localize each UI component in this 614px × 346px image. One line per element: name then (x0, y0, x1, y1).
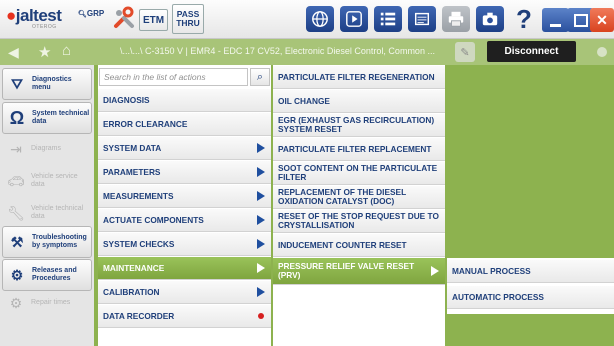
diagnostics-icon: ⛛ (11, 76, 23, 92)
list-icon (380, 12, 396, 26)
search-icon: ⌕ (256, 70, 264, 83)
chevron-right-icon (431, 266, 439, 276)
chevron-right-icon (257, 287, 265, 297)
menu-item-doc-replacement[interactable]: REPLACEMENT OF THE DIESEL OXIDATION CATA… (273, 186, 445, 209)
tools-icon (114, 6, 134, 28)
menu-item-measurements[interactable]: MEASUREMENTS (98, 185, 271, 208)
disconnect-button[interactable]: Disconnect (487, 41, 576, 62)
sidebar-item-releases-and-procedures[interactable]: ⚙ Releases and Procedures (2, 259, 92, 291)
menu-item-particulate-filter-regeneration[interactable]: PARTICULATE FILTER REGENERATION (273, 66, 445, 89)
maximize-icon (573, 13, 588, 27)
menu-item-inducement-counter-reset[interactable]: INDUCEMENT COUNTER RESET (273, 234, 445, 257)
close-icon: ✕ (596, 11, 608, 28)
menu-item-system-checks[interactable]: SYSTEM CHECKS (98, 233, 271, 256)
document-icon (414, 12, 430, 26)
tools-icon[interactable]: ✎ (455, 42, 475, 62)
menu-item-pressure-relief-valve-reset[interactable]: PRESSURE RELIEF VALVE RESET (PRV) (273, 258, 445, 285)
print-icon (448, 11, 464, 27)
gears-icon: ⚙ (9, 295, 23, 311)
etm-button[interactable]: ETM (139, 9, 169, 31)
play-icon (346, 11, 362, 27)
sidebar-item-repair-times[interactable]: ⚙ Repair times (2, 288, 90, 318)
jaltest-logo: ●jaltest OTEROG (6, 6, 62, 30)
chevron-right-icon (257, 263, 265, 273)
sidebar-item-diagnostics-menu[interactable]: ⛛ Diagnostics menu (2, 68, 92, 100)
close-button[interactable]: ✕ (590, 8, 614, 32)
chevron-right-icon (257, 215, 265, 225)
menu-item-diagnosis[interactable]: DIAGNOSIS (98, 89, 271, 112)
menu-item-oil-change[interactable]: OIL CHANGE (273, 90, 445, 113)
sidebar-item-vehicle-technical-data[interactable]: 🔧︎ Vehicle technical data (2, 198, 90, 228)
grp-button[interactable]: 🔍︎ GRP (78, 9, 104, 18)
record-dot-icon (258, 313, 264, 319)
camera-button[interactable] (476, 6, 504, 32)
home-icon[interactable]: ⌂ (62, 42, 71, 59)
search-icon: 🔍︎ (78, 10, 87, 18)
help-button[interactable]: ? (510, 3, 538, 34)
camera-icon (482, 12, 498, 26)
sidebar-item-troubleshooting-by-symptoms[interactable]: ⚒ Troubleshooting by symptoms (2, 226, 92, 258)
minimize-button[interactable] (542, 8, 569, 32)
pass-thru-button[interactable]: PASS THRU (172, 4, 204, 34)
favorite-icon[interactable]: ★ (38, 43, 51, 61)
help-icon: ? (516, 3, 532, 34)
menu-item-manual-process[interactable]: MANUAL PROCESS (447, 260, 614, 283)
menu-item-maintenance[interactable]: MAINTENANCE (98, 257, 271, 280)
procedure-icon: ⚙ (10, 267, 24, 283)
menu-item-system-data[interactable]: SYSTEM DATA (98, 137, 271, 160)
status-indicator-icon (597, 47, 607, 57)
menu-item-calibration[interactable]: CALIBRATION (98, 281, 271, 304)
diagram-icon: ⇥ (10, 141, 22, 157)
sidebar-item-vehicle-service-data[interactable]: 🚗︎ Vehicle service data (2, 166, 90, 196)
menu-item-data-recorder[interactable]: DATA RECORDER (98, 305, 271, 328)
tools-icon: ⚒ (10, 234, 24, 250)
menu-item-error-clearance[interactable]: ERROR CLEARANCE (98, 113, 271, 136)
play-button[interactable] (340, 6, 368, 32)
menu-item-reset-stop-request[interactable]: RESET OF THE STOP REQUEST DUE TO CRYSTAL… (273, 210, 445, 233)
globe-button[interactable] (306, 6, 334, 32)
search-button[interactable]: ⌕ (250, 68, 270, 86)
chevron-right-icon (257, 167, 265, 177)
chevron-right-icon (257, 191, 265, 201)
wrench-icon: 🔧︎ (7, 205, 25, 221)
menu-item-parameters[interactable]: PARAMETERS (98, 161, 271, 184)
document-button[interactable] (408, 6, 436, 32)
globe-icon (312, 11, 328, 27)
car-icon: 🚗︎ (7, 173, 25, 189)
search-input[interactable]: Search in the list of actions (99, 68, 248, 86)
print-button[interactable] (442, 6, 470, 32)
back-icon[interactable]: ◀ (8, 44, 19, 61)
menu-item-actuate-components[interactable]: ACTUATE COMPONENTS (98, 209, 271, 232)
list-button[interactable] (374, 6, 402, 32)
ohm-icon: Ω (9, 108, 25, 128)
chevron-right-icon (257, 143, 265, 153)
menu-item-automatic-process[interactable]: AUTOMATIC PROCESS (447, 286, 614, 309)
top-toolbar: ●jaltest OTEROG 🔍︎ GRP ETM PASS THRU ? ✕ (0, 0, 614, 39)
menu-item-egr-system-reset[interactable]: EGR (EXHAUST GAS RECIRCULATION) SYSTEM R… (273, 114, 445, 137)
minimize-icon (550, 23, 561, 27)
workshop-tools-button[interactable] (111, 5, 137, 31)
menu-item-soot-content[interactable]: SOOT CONTENT ON THE PARTICULATE FILTER (273, 162, 445, 185)
sidebar-item-diagrams[interactable]: ⇥ Diagrams (2, 134, 90, 164)
sidebar-item-system-technical-data[interactable]: Ω System technical data (2, 102, 92, 134)
chevron-right-icon (257, 239, 265, 249)
breadcrumb: \...\...\ C-3150 V | EMR4 - EDC 17 CV52,… (120, 46, 435, 56)
menu-item-particulate-filter-replacement[interactable]: PARTICULATE FILTER REPLACEMENT (273, 138, 445, 161)
